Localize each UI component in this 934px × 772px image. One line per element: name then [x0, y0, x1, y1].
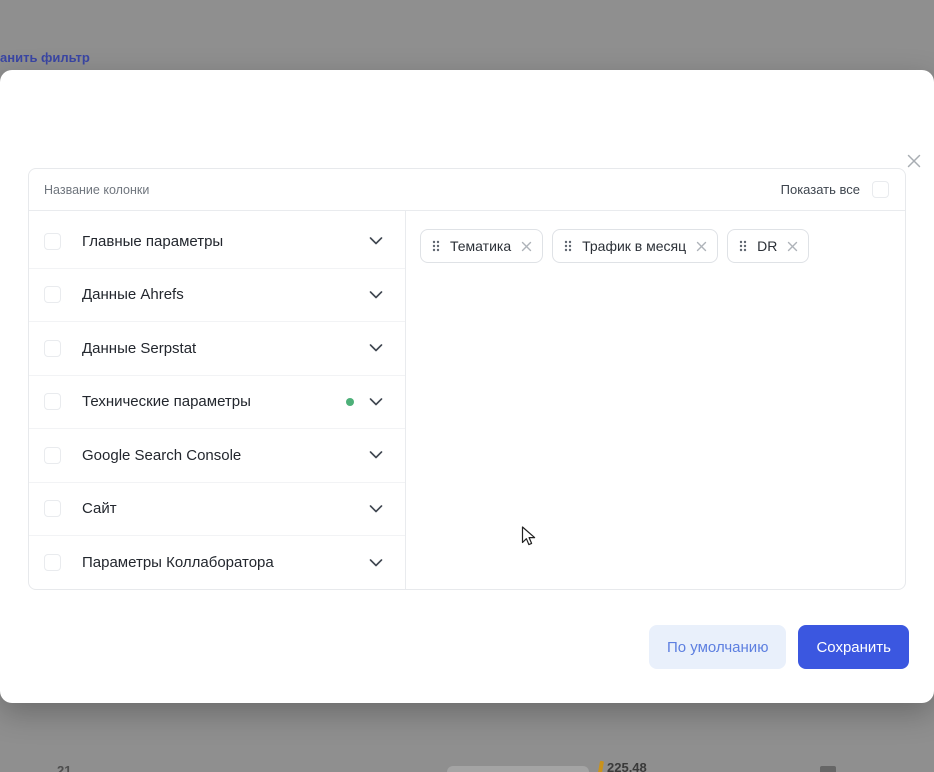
default-button[interactable]: По умолчанию	[649, 625, 786, 669]
columns-panel: Название колонки Показать все Главные па…	[28, 168, 906, 590]
status-dot	[346, 398, 354, 406]
row-right	[369, 451, 383, 459]
chevron-down-icon[interactable]	[369, 398, 383, 406]
selected-columns-area: Тематика Трафик в месяц	[406, 211, 905, 589]
background-right-fragment	[820, 766, 836, 772]
column-chip[interactable]: Тематика	[420, 229, 543, 263]
show-all-checkbox[interactable]	[872, 181, 889, 198]
category-checkbox[interactable]	[44, 447, 61, 464]
chevron-down-icon[interactable]	[369, 559, 383, 567]
chip-label: Тематика	[450, 238, 511, 254]
column-chip[interactable]: Трафик в месяц	[552, 229, 718, 263]
row-right	[369, 237, 383, 245]
category-checkbox[interactable]	[44, 554, 61, 571]
category-row[interactable]: Данные Serpstat	[29, 322, 405, 376]
drag-handle-icon[interactable]	[739, 240, 747, 252]
screen: анить фильтр 21 225.48 Настройки таблицы…	[0, 0, 934, 772]
panel-body: Главные параметры Данные Ahrefs	[29, 211, 905, 589]
category-label: Главные параметры	[82, 233, 223, 250]
category-checkbox[interactable]	[44, 500, 61, 517]
row-right	[369, 344, 383, 352]
category-checkbox[interactable]	[44, 286, 61, 303]
category-list: Главные параметры Данные Ahrefs	[29, 211, 406, 589]
chevron-down-icon[interactable]	[369, 344, 383, 352]
category-row[interactable]: Google Search Console	[29, 429, 405, 483]
chip-label: DR	[757, 238, 777, 254]
chip-label: Трафик в месяц	[582, 238, 686, 254]
background-pill-fragment	[447, 766, 589, 772]
category-label: Google Search Console	[82, 447, 241, 464]
panel-header: Название колонки Показать все	[29, 169, 905, 211]
save-button[interactable]: Сохранить	[798, 625, 909, 669]
category-checkbox[interactable]	[44, 340, 61, 357]
chevron-down-icon[interactable]	[369, 451, 383, 459]
category-checkbox[interactable]	[44, 393, 61, 410]
row-right	[369, 505, 383, 513]
chevron-down-icon[interactable]	[369, 237, 383, 245]
column-chip[interactable]: DR	[727, 229, 809, 263]
row-right	[369, 559, 383, 567]
show-all-label: Показать все	[781, 182, 860, 197]
modal-footer: По умолчанию Сохранить	[649, 625, 909, 669]
category-row[interactable]: Сайт	[29, 483, 405, 537]
category-label: Сайт	[82, 500, 117, 517]
remove-chip-icon[interactable]	[787, 241, 798, 252]
category-label: Данные Ahrefs	[82, 286, 184, 303]
background-metric-value: 225.48	[607, 760, 647, 772]
category-row[interactable]: Данные Ahrefs	[29, 269, 405, 323]
category-label: Технические параметры	[82, 393, 251, 410]
table-settings-modal: Настройки таблицы Название колонки Показ…	[0, 70, 934, 703]
background-save-filter-link[interactable]: анить фильтр	[0, 50, 90, 65]
close-x-glyph	[906, 153, 922, 169]
category-label: Параметры Коллаборатора	[82, 554, 274, 571]
category-row[interactable]: Технические параметры	[29, 376, 405, 430]
remove-chip-icon[interactable]	[696, 241, 707, 252]
category-label: Данные Serpstat	[82, 340, 196, 357]
drag-handle-icon[interactable]	[564, 240, 572, 252]
flame-icon	[598, 761, 604, 772]
category-checkbox[interactable]	[44, 233, 61, 250]
show-all-control[interactable]: Показать все	[781, 181, 889, 198]
row-right	[369, 291, 383, 299]
category-row[interactable]: Параметры Коллаборатора	[29, 536, 405, 590]
background-row-count: 21	[57, 763, 71, 772]
remove-chip-icon[interactable]	[521, 241, 532, 252]
close-icon[interactable]	[904, 152, 924, 172]
row-right	[346, 398, 383, 406]
chevron-down-icon[interactable]	[369, 291, 383, 299]
drag-handle-icon[interactable]	[432, 240, 440, 252]
column-name-header-label: Название колонки	[44, 183, 149, 197]
background-metric-fragment: 225.48	[599, 760, 647, 772]
category-row[interactable]: Главные параметры	[29, 215, 405, 269]
chevron-down-icon[interactable]	[369, 505, 383, 513]
